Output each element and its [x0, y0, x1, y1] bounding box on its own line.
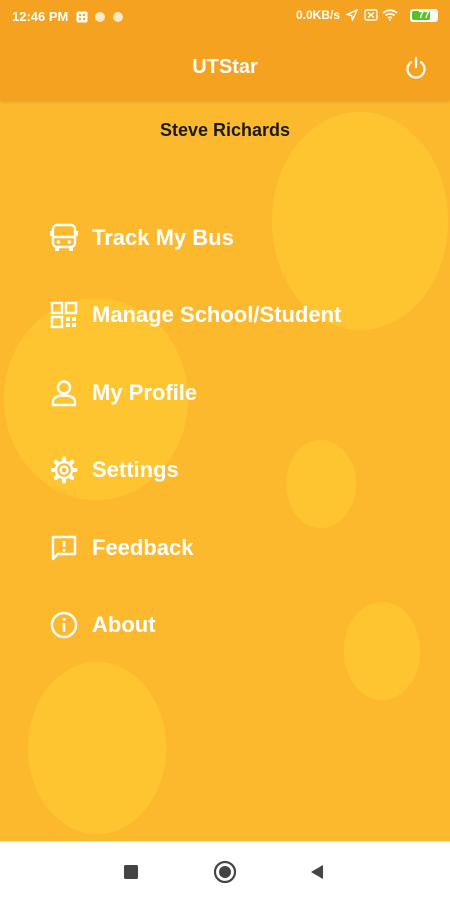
- navigation-drawer: Steve Richards Track My Bus Manage Schoo…: [0, 100, 450, 841]
- menu-item-label: Settings: [92, 457, 179, 483]
- dashboard-grid-icon: [48, 299, 80, 331]
- menu-item-feedback[interactable]: Feedback: [48, 528, 341, 567]
- gear-icon: [48, 454, 80, 486]
- battery-icon: 77: [410, 8, 438, 22]
- wifi-icon: [382, 9, 398, 21]
- menu-item-label: My Profile: [92, 379, 198, 405]
- menu-item-label: Feedback: [92, 534, 194, 560]
- menu-item-settings[interactable]: Settings: [48, 451, 341, 490]
- feedback-icon: [48, 532, 80, 564]
- user-name: Steve Richards: [159, 120, 291, 140]
- menu-item-label: Manage School/Student: [92, 302, 342, 328]
- menu-item-label: Track My Bus: [92, 224, 234, 250]
- menu-item-my-profile[interactable]: My Profile: [48, 373, 341, 412]
- app-header: 12:46 PM 0.0KB/s 77 UTStar: [0, 0, 450, 100]
- battery-percent: 77: [418, 9, 430, 21]
- status-bar: 12:46 PM 0.0KB/s 77: [0, 0, 450, 34]
- notification-app-icon: [76, 11, 88, 23]
- info-icon: [48, 609, 80, 641]
- notification-dot-icon: [112, 11, 124, 23]
- status-right: 0.0KB/s 77: [295, 8, 438, 23]
- status-time: 12:46 PM: [12, 9, 69, 24]
- bus-icon: [48, 222, 80, 254]
- menu-item-track-my-bus[interactable]: Track My Bus: [48, 218, 341, 257]
- drawer-menu: Track My Bus Manage School/Student My Pr…: [48, 218, 341, 684]
- menu-item-about[interactable]: About: [48, 606, 341, 645]
- notification-dot-icon: [94, 11, 106, 23]
- network-speed: 0.0KB/s: [295, 8, 340, 22]
- menu-item-label: About: [92, 612, 156, 638]
- system-nav-bar: [0, 841, 450, 901]
- triangle-back-icon[interactable]: [305, 860, 329, 884]
- no-sim-icon: [364, 9, 378, 21]
- status-left: 12:46 PM: [12, 9, 130, 24]
- person-icon: [48, 377, 80, 409]
- location-arrow-icon: [344, 8, 359, 23]
- app-title: UTStar: [192, 56, 258, 78]
- power-icon[interactable]: [402, 54, 430, 82]
- menu-item-manage-school-student[interactable]: Manage School/Student: [48, 296, 341, 335]
- background-bubble: [344, 602, 420, 700]
- screen: 12:46 PM 0.0KB/s 77 UTStar Steve Richard…: [0, 0, 450, 901]
- circle-home-icon[interactable]: [213, 860, 237, 884]
- square-icon[interactable]: [119, 860, 143, 884]
- background-bubble: [28, 662, 166, 834]
